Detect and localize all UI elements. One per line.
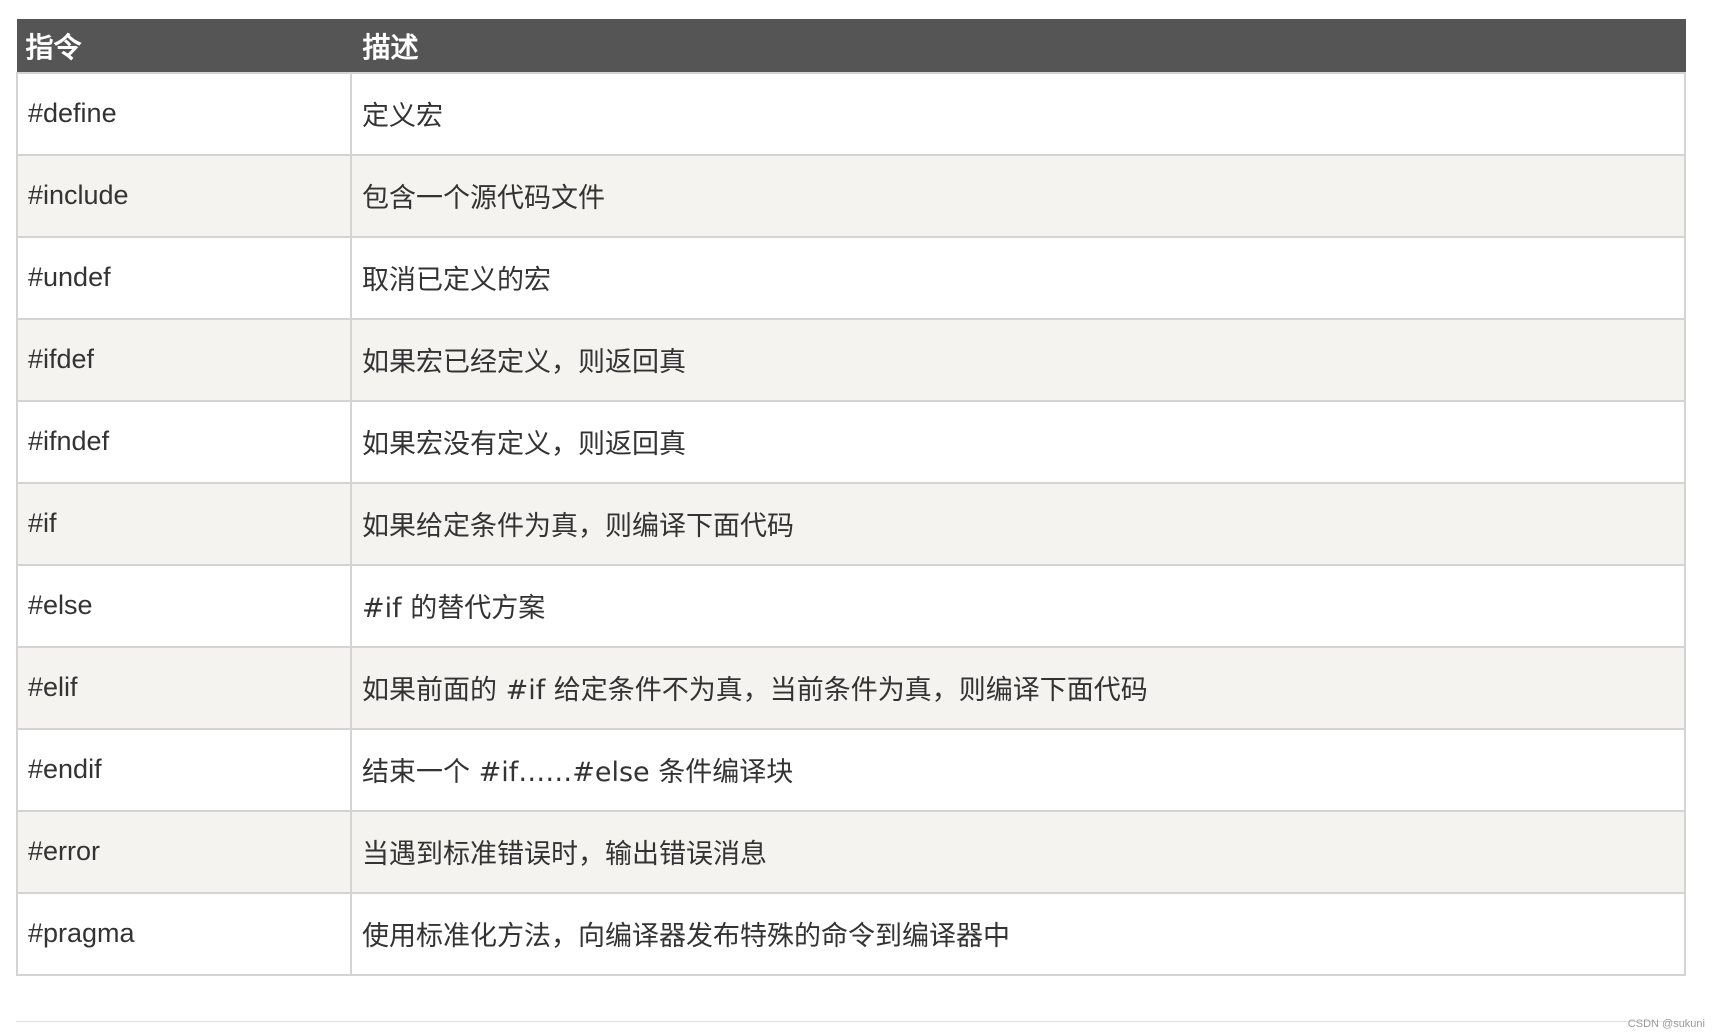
header-row: 指令 描述 bbox=[16, 19, 1686, 73]
directive-cell: #else bbox=[16, 563, 352, 648]
table-row: #pragma 使用标准化方法，向编译器发布特殊的命令到编译器中 bbox=[16, 891, 1686, 976]
directive-cell: #if bbox=[16, 481, 352, 566]
directive-cell: #endif bbox=[16, 727, 352, 812]
table-row: #define 定义宏 bbox=[16, 71, 1686, 156]
directive-cell: #ifdef bbox=[16, 317, 352, 402]
directive-cell: #undef bbox=[16, 235, 352, 320]
description-cell: 如果宏没有定义，则返回真 bbox=[350, 399, 1686, 484]
description-cell: 结束一个 #if……#else 条件编译块 bbox=[350, 727, 1686, 812]
directive-cell: #define bbox=[16, 71, 352, 156]
table-body: #define 定义宏 #include 包含一个源代码文件 #undef 取消… bbox=[16, 71, 1686, 976]
table-row: #ifdef 如果宏已经定义，则返回真 bbox=[16, 317, 1686, 402]
directive-cell: #include bbox=[16, 153, 352, 238]
description-cell: #if 的替代方案 bbox=[350, 563, 1686, 648]
directive-cell: #ifndef bbox=[16, 399, 352, 484]
preprocessor-directives-table: 指令 描述 #define 定义宏 #include 包含一个源代码文件 #un… bbox=[16, 19, 1686, 976]
column-header-description: 描述 bbox=[350, 19, 1686, 73]
directive-cell: #elif bbox=[16, 645, 352, 730]
description-cell: 如果给定条件为真，则编译下面代码 bbox=[350, 481, 1686, 566]
table-row: #elif 如果前面的 #if 给定条件不为真，当前条件为真，则编译下面代码 bbox=[16, 645, 1686, 730]
description-cell: 使用标准化方法，向编译器发布特殊的命令到编译器中 bbox=[350, 891, 1686, 976]
table-row: #else #if 的替代方案 bbox=[16, 563, 1686, 648]
directive-cell: #pragma bbox=[16, 891, 352, 976]
description-cell: 取消已定义的宏 bbox=[350, 235, 1686, 320]
description-cell: 如果前面的 #if 给定条件不为真，当前条件为真，则编译下面代码 bbox=[350, 645, 1686, 730]
table-row: #include 包含一个源代码文件 bbox=[16, 153, 1686, 238]
watermark-text: CSDN @sukuni bbox=[1627, 1018, 1705, 1030]
table-row: #if 如果给定条件为真，则编译下面代码 bbox=[16, 481, 1686, 566]
description-cell: 当遇到标准错误时，输出错误消息 bbox=[350, 809, 1686, 894]
description-cell: 如果宏已经定义，则返回真 bbox=[350, 317, 1686, 402]
directives-table-container: 指令 描述 #define 定义宏 #include 包含一个源代码文件 #un… bbox=[16, 19, 1686, 976]
table-row: #error 当遇到标准错误时，输出错误消息 bbox=[16, 809, 1686, 894]
table-row: #undef 取消已定义的宏 bbox=[16, 235, 1686, 320]
directive-cell: #error bbox=[16, 809, 352, 894]
column-header-directive: 指令 bbox=[16, 19, 352, 73]
description-cell: 包含一个源代码文件 bbox=[350, 153, 1686, 238]
bottom-divider bbox=[16, 1021, 1686, 1022]
table-row: #endif 结束一个 #if……#else 条件编译块 bbox=[16, 727, 1686, 812]
table-header: 指令 描述 bbox=[16, 19, 1686, 73]
description-cell: 定义宏 bbox=[350, 71, 1686, 156]
table-row: #ifndef 如果宏没有定义，则返回真 bbox=[16, 399, 1686, 484]
